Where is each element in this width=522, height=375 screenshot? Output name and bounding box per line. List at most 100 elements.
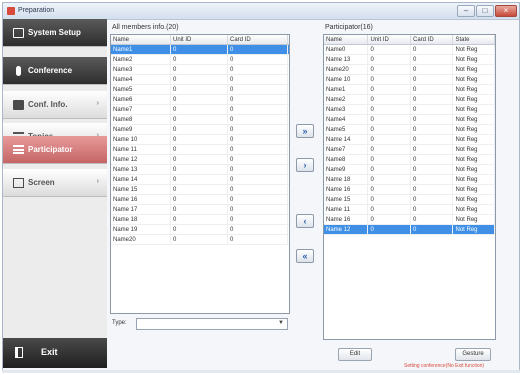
- minimize-button[interactable]: –: [457, 5, 475, 17]
- table-row[interactable]: Name1 0 0: [111, 45, 289, 55]
- column-header-card-id[interactable]: Card ID: [411, 35, 454, 44]
- table-cell: Name9: [324, 165, 369, 174]
- table-row[interactable]: Name 17 0 0: [111, 205, 289, 215]
- table-row[interactable]: Name7 0 0: [111, 105, 289, 115]
- table-row[interactable]: Name9 0 0 Not Reg: [324, 165, 495, 175]
- app-icon: [7, 7, 15, 15]
- table-cell: 0: [171, 115, 228, 124]
- column-header-name[interactable]: Name: [111, 35, 171, 44]
- add-button[interactable]: ›: [296, 158, 314, 172]
- table-cell: Not Reg: [453, 165, 495, 174]
- table-row[interactable]: Name3 0 0 Not Reg: [324, 105, 495, 115]
- table-row[interactable]: Name20 0 0: [111, 235, 289, 245]
- table-cell: 0: [171, 145, 228, 154]
- table-row[interactable]: Name 11 0 0: [111, 145, 289, 155]
- table-row[interactable]: Name 14 0 0: [111, 175, 289, 185]
- table-row[interactable]: Name 18 0 0 Not Reg: [324, 175, 495, 185]
- nav-conf-info[interactable]: Conf. Info. ›: [3, 91, 107, 119]
- table-cell: 0: [411, 145, 454, 154]
- table-row[interactable]: Name2 0 0: [111, 55, 289, 65]
- table-row[interactable]: Name4 0 0: [111, 75, 289, 85]
- table-cell: Not Reg: [453, 175, 495, 184]
- table-cell: 0: [411, 105, 454, 114]
- nav-participator[interactable]: Participator: [3, 136, 107, 164]
- table-row[interactable]: Name 16 0 0: [111, 195, 289, 205]
- table-row[interactable]: Name8 0 0 Not Reg: [324, 155, 495, 165]
- nav-screen[interactable]: Screen ›: [3, 169, 107, 197]
- table-row[interactable]: Name 12 0 0 Not Reg: [324, 225, 495, 235]
- title-bar: Preparation – □ ×: [3, 3, 519, 20]
- remove-all-button[interactable]: «: [296, 249, 314, 263]
- table-row[interactable]: Name5 0 0: [111, 85, 289, 95]
- table-cell: Name3: [111, 65, 171, 74]
- edit-button[interactable]: Edit: [338, 348, 372, 361]
- screen-icon: [13, 178, 24, 188]
- table-row[interactable]: Name3 0 0: [111, 65, 289, 75]
- column-header-card-id[interactable]: Card ID: [228, 35, 288, 44]
- remove-button[interactable]: ‹: [296, 214, 314, 228]
- table-row[interactable]: Name2 0 0 Not Reg: [324, 95, 495, 105]
- table-cell: 0: [228, 175, 288, 184]
- table-cell: 0: [411, 135, 454, 144]
- table-cell: Name 15: [324, 195, 369, 204]
- add-all-button[interactable]: »: [296, 124, 314, 138]
- table-cell: Name4: [324, 115, 369, 124]
- gesture-button[interactable]: Gesture: [455, 348, 491, 361]
- status-text: Setting conference(No Exit function): [404, 363, 485, 369]
- close-button[interactable]: ×: [495, 5, 517, 17]
- table-row[interactable]: Name 16 0 0 Not Reg: [324, 185, 495, 195]
- column-header-name[interactable]: Name: [324, 35, 369, 44]
- table-cell: Name 18: [324, 175, 369, 184]
- table-cell: Not Reg: [453, 155, 495, 164]
- table-cell: 0: [411, 175, 454, 184]
- participator-table[interactable]: Name Unit ID Card ID State Name0 0 0 Not Re…: [323, 34, 496, 340]
- table-cell: 0: [171, 195, 228, 204]
- table-row[interactable]: Name20 0 0 Not Reg: [324, 65, 495, 75]
- table-row[interactable]: Name0 0 0 Not Reg: [324, 45, 495, 55]
- exit-button[interactable]: Exit: [3, 338, 107, 368]
- table-row[interactable]: Name 13 0 0: [111, 165, 289, 175]
- table-row[interactable]: Name8 0 0: [111, 115, 289, 125]
- table-row[interactable]: Name4 0 0 Not Reg: [324, 115, 495, 125]
- table-row[interactable]: Name7 0 0 Not Reg: [324, 145, 495, 155]
- table-cell: 0: [171, 175, 228, 184]
- table-cell: 0: [228, 155, 288, 164]
- table-row[interactable]: Name 15 0 0 Not Reg: [324, 195, 495, 205]
- table-row[interactable]: Name6 0 0: [111, 95, 289, 105]
- table-row[interactable]: Name 12 0 0: [111, 155, 289, 165]
- table-row[interactable]: Name 11 0 0 Not Reg: [324, 205, 495, 215]
- table-row[interactable]: Name 10 0 0: [111, 135, 289, 145]
- nav-system-setup[interactable]: System Setup: [3, 19, 107, 47]
- table-cell: Not Reg: [453, 115, 495, 124]
- table-row[interactable]: Name 13 0 0 Not Reg: [324, 55, 495, 65]
- all-members-table[interactable]: Name Unit ID Card ID Name1 0 0 Name2 0 0 Name3…: [110, 34, 290, 314]
- table-row[interactable]: Name 15 0 0: [111, 185, 289, 195]
- table-cell: 0: [171, 45, 228, 54]
- column-header-state[interactable]: State: [453, 35, 495, 44]
- table-cell: Not Reg: [453, 45, 495, 54]
- table-cell: Name20: [324, 65, 369, 74]
- table-cell: Not Reg: [453, 55, 495, 64]
- table-row[interactable]: Name9 0 0: [111, 125, 289, 135]
- table-cell: Not Reg: [453, 135, 495, 144]
- column-header-unit-id[interactable]: Unit ID: [368, 35, 411, 44]
- table-cell: 0: [171, 85, 228, 94]
- table-row[interactable]: Name 10 0 0 Not Reg: [324, 75, 495, 85]
- table-row[interactable]: Name5 0 0 Not Reg: [324, 125, 495, 135]
- table-row[interactable]: Name 16 0 0 Not Reg: [324, 215, 495, 225]
- table-cell: 0: [171, 55, 228, 64]
- table-row[interactable]: Name 19 0 0: [111, 225, 289, 235]
- table-row[interactable]: Name 14 0 0 Not Reg: [324, 135, 495, 145]
- table-row[interactable]: Name 18 0 0: [111, 215, 289, 225]
- table-cell: 0: [411, 155, 454, 164]
- microphone-icon: [16, 66, 21, 76]
- chevron-down-icon: ▼: [278, 320, 284, 326]
- nav-conference[interactable]: Conference: [3, 57, 107, 85]
- table-cell: 0: [411, 215, 454, 224]
- maximize-button[interactable]: □: [476, 5, 494, 17]
- type-select[interactable]: ▼: [136, 318, 288, 330]
- table-row[interactable]: Name1 0 0 Not Reg: [324, 85, 495, 95]
- table-cell: Name9: [111, 125, 171, 134]
- column-header-unit-id[interactable]: Unit ID: [171, 35, 228, 44]
- table-cell: Name2: [324, 95, 369, 104]
